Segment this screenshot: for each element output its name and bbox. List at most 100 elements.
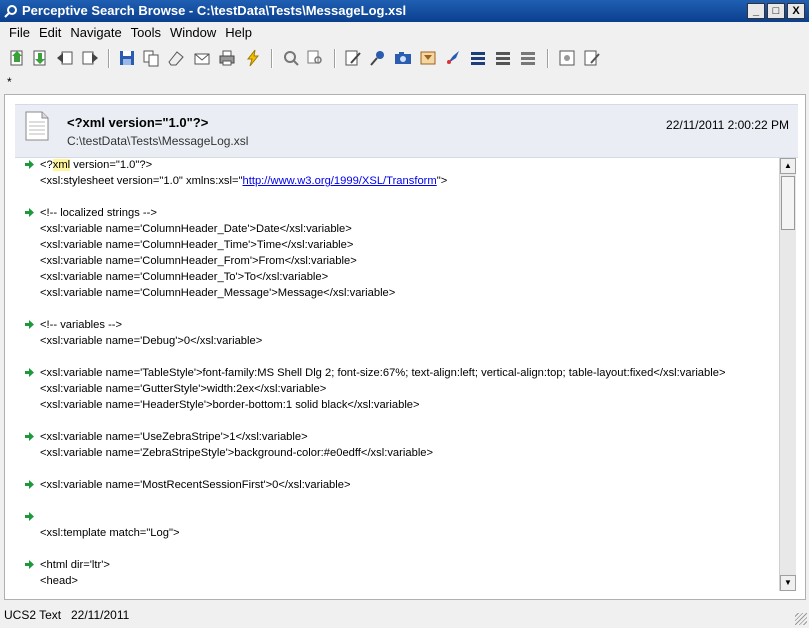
code-text-segment: <xsl:variable name='ColumnHeader_Time'>T… xyxy=(40,239,354,251)
back-icon[interactable] xyxy=(55,48,75,68)
bookmark-arrow-icon[interactable] xyxy=(25,480,34,489)
list-icon[interactable] xyxy=(468,48,488,68)
document-date: 22/11/2011 2:00:22 PM xyxy=(666,118,789,132)
code-line: <xsl:variable name='ColumnHeader_Time'>T… xyxy=(21,238,778,254)
search-highlight: xml xyxy=(52,159,71,171)
save-arrow-icon[interactable] xyxy=(30,48,50,68)
notes-icon[interactable] xyxy=(582,48,602,68)
code-line: <!-- localized strings --> xyxy=(21,206,778,222)
code-line: <html dir='ltr'> xyxy=(21,558,778,574)
find-icon[interactable] xyxy=(305,48,325,68)
code-text: <xsl:variable name='Debug'>0</xsl:variab… xyxy=(40,335,262,347)
code-text-segment: <xsl:variable name='UseZebraStripe'>1</x… xyxy=(40,431,308,443)
code-line: <xsl:variable name='ZebraStripeStyle'>ba… xyxy=(21,446,778,462)
menu-tools[interactable]: Tools xyxy=(122,23,161,43)
menu-navigate[interactable]: Navigate xyxy=(61,23,121,43)
filter-icon[interactable] xyxy=(418,48,438,68)
code-line: <xsl:stylesheet version="1.0" xmlns:xsl=… xyxy=(21,174,778,190)
code-text-segment: <html dir='ltr'> xyxy=(40,559,110,571)
edit-icon[interactable] xyxy=(343,48,363,68)
namespace-link[interactable]: http://www.w3.org/1999/XSL/Transform xyxy=(243,175,437,187)
menu-help[interactable]: Help xyxy=(216,23,252,43)
menu-edit[interactable]: Edit xyxy=(30,23,61,43)
code-text: <html dir='ltr'> xyxy=(40,559,110,571)
pin-icon[interactable] xyxy=(368,48,388,68)
bookmark-arrow-icon[interactable] xyxy=(25,432,34,441)
copy-icon[interactable] xyxy=(141,48,161,68)
toolbar xyxy=(0,46,809,74)
code-text-segment: <xsl:template match="Log"> xyxy=(40,527,180,539)
code-text-segment: <xsl:variable name='GutterStyle'>width:2… xyxy=(40,383,327,395)
code-line: <xsl:variable name='ColumnHeader_Date'>D… xyxy=(21,222,778,238)
code-text: <xsl:template match="Log"> xyxy=(40,527,179,539)
code-text-segment: <xsl:variable name='Debug'>0</xsl:variab… xyxy=(40,335,263,347)
vertical-scrollbar[interactable]: ▲ ▼ xyxy=(779,158,796,591)
search-icon[interactable] xyxy=(281,48,301,68)
bookmark-arrow-icon[interactable] xyxy=(25,208,34,217)
code-line: <xsl:template match="Log"> xyxy=(21,526,778,542)
code-line: <xsl:variable name='ColumnHeader_To'>To<… xyxy=(21,270,778,286)
bookmark-arrow-icon[interactable] xyxy=(25,512,34,521)
code-text-segment: <xsl:variable name='HeaderStyle'>border-… xyxy=(40,399,420,411)
code-text: <head> xyxy=(40,575,78,587)
app-search-icon xyxy=(4,5,17,18)
code-line: <xsl:variable name='GutterStyle'>width:2… xyxy=(21,382,778,398)
print-icon[interactable] xyxy=(217,48,237,68)
menu-file[interactable]: File xyxy=(0,23,30,43)
scroll-down-button[interactable]: ▼ xyxy=(780,575,796,591)
code-text-segment: <xsl:variable name='ColumnHeader_Date'>D… xyxy=(40,223,352,235)
code-line: <xsl:variable name='Debug'>0</xsl:variab… xyxy=(21,334,778,350)
bookmark-arrow-icon[interactable] xyxy=(25,368,34,377)
eraser-icon[interactable] xyxy=(166,48,186,68)
list3-icon[interactable] xyxy=(518,48,538,68)
code-text: <xsl:stylesheet version="1.0" xmlns:xsl=… xyxy=(40,175,447,187)
list2-icon[interactable] xyxy=(493,48,513,68)
close-button[interactable]: X xyxy=(787,3,805,19)
open-icon[interactable] xyxy=(7,48,27,68)
code-text: <!-- variables --> xyxy=(40,319,122,331)
code-text-segment: version="1.0"?> xyxy=(70,159,153,171)
document-path: C:\testData\Tests\MessageLog.xsl xyxy=(67,134,249,148)
code-text: <xsl:variable name='MostRecentSessionFir… xyxy=(40,479,351,491)
bookmark-arrow-icon[interactable] xyxy=(25,320,34,329)
rocket-icon[interactable] xyxy=(443,48,463,68)
code-text-segment: <!-- localized strings --> xyxy=(40,207,157,219)
code-line xyxy=(21,510,778,526)
resize-grip[interactable] xyxy=(795,613,807,625)
scroll-thumb[interactable] xyxy=(781,176,795,230)
code-line: <!-- variables --> xyxy=(21,318,778,334)
code-text-segment: <head> xyxy=(40,575,78,587)
camera-icon[interactable] xyxy=(393,48,413,68)
code-line: <xsl:variable name='UseZebraStripe'>1</x… xyxy=(21,430,778,446)
forward-icon[interactable] xyxy=(80,48,100,68)
subline-marker: * xyxy=(7,75,12,89)
status-encoding: UCS2 Text xyxy=(4,608,62,622)
scroll-up-button[interactable]: ▲ xyxy=(780,158,796,174)
maximize-button[interactable]: □ xyxy=(767,3,785,19)
email-icon[interactable] xyxy=(192,48,212,68)
title-bar[interactable]: Perceptive Search Browse - C:\testData\T… xyxy=(0,0,809,22)
bookmark-arrow-icon[interactable] xyxy=(25,560,34,569)
code-text: <xsl:variable name='ZebraStripeStyle'>ba… xyxy=(40,447,433,459)
code-text: <xsl:variable name='ColumnHeader_To'>To<… xyxy=(40,271,328,283)
code-text-segment: <xsl:variable name='TableStyle'>font-fam… xyxy=(40,367,726,379)
lightning-icon[interactable] xyxy=(243,48,263,68)
code-view[interactable]: <?xml version="1.0"?> <xsl:stylesheet ver… xyxy=(21,158,778,591)
minimize-button[interactable]: _ xyxy=(747,3,765,19)
document-panel: <?xml version="1.0"?> C:\testData\Tests\… xyxy=(4,94,806,600)
save-icon[interactable] xyxy=(117,48,137,68)
code-text: <xsl:variable name='ColumnHeader_From'>F… xyxy=(40,255,357,267)
code-text: <xsl:variable name='ColumnHeader_Date'>D… xyxy=(40,223,352,235)
image-icon[interactable] xyxy=(557,48,577,68)
code-text-segment: <xsl:stylesheet version="1.0" xmlns:xsl=… xyxy=(40,175,243,187)
document-header: <?xml version="1.0"?> C:\testData\Tests\… xyxy=(15,104,798,158)
status-date: 22/11/2011 xyxy=(71,608,130,622)
code-line: <xsl:variable name='ColumnHeader_From'>F… xyxy=(21,254,778,270)
bookmark-arrow-icon[interactable] xyxy=(25,160,34,169)
code-text: <xsl:variable name='GutterStyle'>width:2… xyxy=(40,383,326,395)
menu-window[interactable]: Window xyxy=(161,23,216,43)
document-icon xyxy=(25,111,49,141)
